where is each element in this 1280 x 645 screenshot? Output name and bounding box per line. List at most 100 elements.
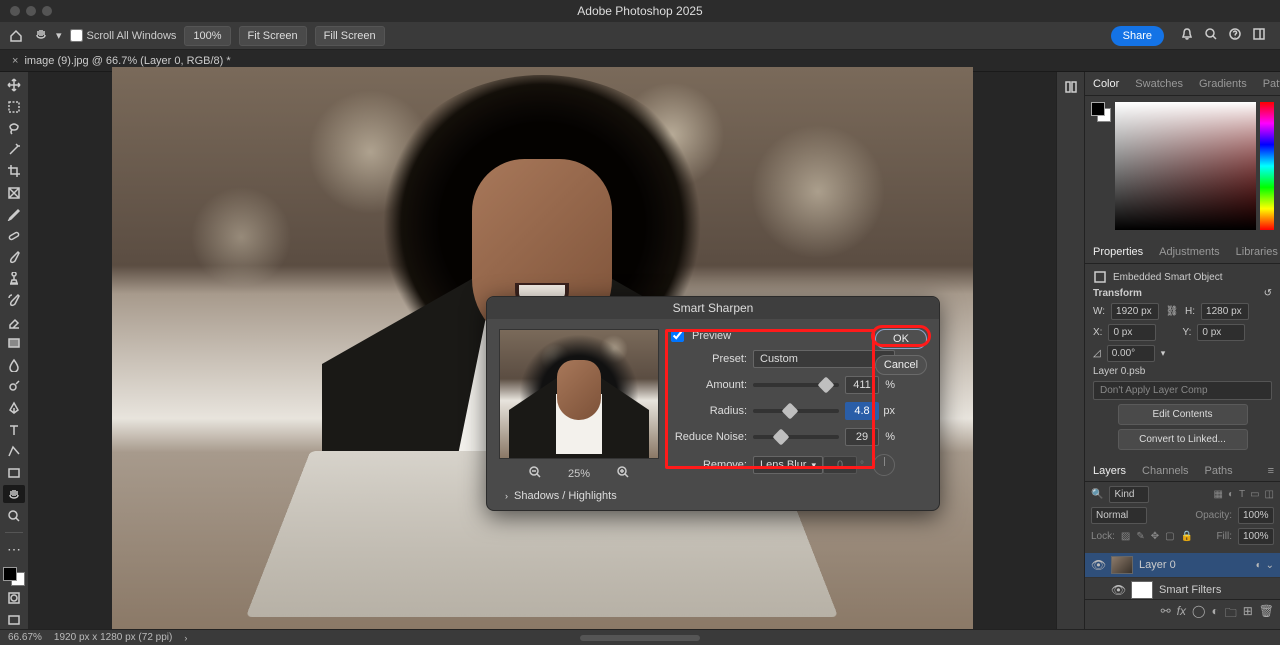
layer-comp-select[interactable]: Don't Apply Layer Comp	[1093, 381, 1272, 400]
history-brush-tool[interactable]	[3, 291, 25, 310]
hand-tool-icon[interactable]	[34, 27, 48, 44]
filter-type-icon[interactable]: T	[1239, 489, 1245, 500]
move-tool[interactable]	[3, 76, 25, 95]
workspace-icon[interactable]	[1252, 27, 1266, 44]
eyedropper-tool[interactable]	[3, 205, 25, 224]
tab-properties[interactable]: Properties	[1085, 246, 1151, 258]
tool-options-caret-icon[interactable]: ▾	[56, 29, 62, 42]
angle-caret-icon[interactable]: ▾	[1161, 348, 1166, 359]
hue-slider[interactable]	[1260, 102, 1274, 230]
filter-adjust-icon[interactable]: ◐	[1228, 489, 1234, 500]
visibility-icon[interactable]: 👁	[1111, 583, 1125, 597]
collapsed-panel-icon[interactable]	[1060, 76, 1082, 98]
dodge-tool[interactable]	[3, 377, 25, 396]
tab-libraries[interactable]: Libraries	[1228, 246, 1280, 258]
zoom-100-button[interactable]: 100%	[184, 26, 230, 46]
angle-input[interactable]: 0.00°	[1107, 345, 1155, 362]
frame-tool[interactable]	[3, 184, 25, 203]
search-icon[interactable]	[1204, 27, 1218, 44]
zoom-tool[interactable]	[3, 506, 25, 525]
delete-layer-icon[interactable]: 🗑	[1259, 604, 1274, 625]
group-icon[interactable]: 🗀	[1225, 604, 1237, 625]
filter-smart-icon[interactable]: ◫	[1265, 489, 1274, 500]
filter-pixel-icon[interactable]: ▦	[1213, 489, 1222, 500]
lock-nest-icon[interactable]: ▢	[1165, 531, 1174, 542]
gradient-tool[interactable]	[3, 334, 25, 353]
home-button[interactable]	[6, 26, 26, 46]
lock-paint-icon[interactable]: ✎	[1136, 531, 1144, 542]
layer-mask-icon[interactable]: ◯	[1192, 604, 1205, 625]
layer-row-layer0[interactable]: 👁 Layer 0 ◐⌄	[1085, 553, 1280, 578]
zoom-in-icon[interactable]	[616, 465, 630, 482]
tab-adjustments[interactable]: Adjustments	[1151, 246, 1228, 258]
horizontal-scrollbar[interactable]	[580, 635, 700, 641]
layer-thumb[interactable]	[1111, 556, 1133, 574]
status-zoom[interactable]: 66.67%	[8, 632, 42, 643]
color-swatch[interactable]	[3, 567, 25, 586]
link-wh-icon[interactable]: ⛓	[1165, 306, 1179, 317]
noise-slider[interactable]	[753, 435, 839, 439]
filter-kind-select[interactable]: Kind	[1109, 486, 1149, 503]
filter-kind-icon[interactable]: 🔍	[1091, 489, 1103, 500]
lasso-tool[interactable]	[3, 119, 25, 138]
type-tool[interactable]	[3, 420, 25, 439]
quick-mask-button[interactable]	[3, 589, 25, 608]
help-icon[interactable]	[1228, 27, 1242, 44]
preset-select[interactable]: Custom▾	[753, 350, 895, 368]
tab-channels[interactable]: Channels	[1134, 465, 1196, 477]
angle-dial[interactable]	[873, 454, 895, 476]
layer-collapse-icon[interactable]: ⌄	[1266, 560, 1274, 571]
path-tool[interactable]	[3, 442, 25, 461]
document-tab[interactable]: × image (9).jpg @ 66.7% (Layer 0, RGB/8)…	[6, 55, 231, 67]
blend-mode-select[interactable]: Normal	[1091, 507, 1147, 524]
color-field[interactable]	[1115, 102, 1256, 230]
share-button[interactable]: Share	[1111, 26, 1164, 46]
zoom-value[interactable]: 25%	[568, 468, 590, 480]
lock-all-icon[interactable]: 🔒	[1181, 531, 1193, 542]
crop-tool[interactable]	[3, 162, 25, 181]
lock-trans-icon[interactable]: ▨	[1121, 531, 1130, 542]
tab-gradients[interactable]: Gradients	[1191, 78, 1255, 90]
y-input[interactable]: 0 px	[1197, 324, 1245, 341]
fit-screen-button[interactable]: Fit Screen	[239, 26, 307, 46]
opacity-input[interactable]: 100%	[1238, 507, 1274, 524]
tab-paths[interactable]: Paths	[1197, 465, 1241, 477]
close-tab-icon[interactable]: ×	[12, 55, 18, 67]
cancel-button[interactable]: Cancel	[875, 355, 927, 375]
status-dims[interactable]: 1920 px x 1280 px (72 ppi)	[54, 632, 172, 643]
marquee-tool[interactable]	[3, 98, 25, 117]
screen-mode-button[interactable]	[3, 610, 25, 629]
healing-tool[interactable]	[3, 227, 25, 246]
link-layers-icon[interactable]: ⚯	[1161, 604, 1171, 625]
filter-mask-thumb[interactable]	[1131, 581, 1153, 599]
selection-tool[interactable]	[3, 141, 25, 160]
scroll-all-windows-input[interactable]	[70, 29, 83, 42]
shadows-highlights-toggle[interactable]: ›Shadows / Highlights	[499, 490, 927, 502]
width-input[interactable]: 1920 px	[1111, 303, 1159, 320]
radius-slider[interactable]	[753, 409, 839, 413]
layer-row-smartfilters[interactable]: 👁 Smart Filters	[1085, 578, 1280, 599]
fill-screen-button[interactable]: Fill Screen	[315, 26, 385, 46]
scroll-all-windows-checkbox[interactable]: Scroll All Windows	[70, 29, 177, 42]
tab-swatches[interactable]: Swatches	[1127, 78, 1191, 90]
height-input[interactable]: 1280 px	[1201, 303, 1249, 320]
edit-toolbar-button[interactable]: ⋯	[3, 540, 25, 559]
lock-pos-icon[interactable]: ✥	[1151, 531, 1159, 542]
adjustment-layer-icon[interactable]: ◐	[1211, 604, 1218, 625]
remove-select[interactable]: Lens Blur▾	[753, 456, 823, 474]
convert-linked-button[interactable]: Convert to Linked...	[1118, 429, 1248, 450]
tab-patterns[interactable]: Patterns	[1255, 78, 1280, 90]
shape-tool[interactable]	[3, 463, 25, 482]
layers-menu-icon[interactable]: ≡	[1260, 465, 1280, 477]
ok-button[interactable]: OK	[875, 329, 927, 349]
preview-checkbox[interactable]	[671, 329, 684, 342]
notifications-icon[interactable]	[1180, 27, 1194, 44]
zoom-out-icon[interactable]	[528, 465, 542, 482]
blur-tool[interactable]	[3, 356, 25, 375]
minimize-window-icon[interactable]	[26, 6, 36, 16]
tab-color[interactable]: Color	[1085, 78, 1127, 90]
close-window-icon[interactable]	[10, 6, 20, 16]
status-caret-icon[interactable]: ›	[184, 633, 187, 643]
visibility-icon[interactable]: 👁	[1091, 558, 1105, 572]
filter-shape-icon[interactable]: ▭	[1250, 489, 1259, 500]
